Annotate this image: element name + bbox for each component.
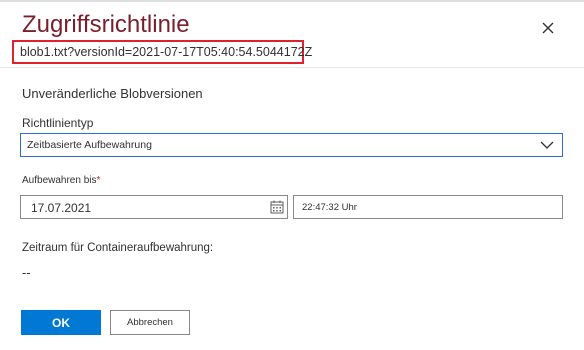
policy-type-selected: Zeitbasierte Aufbewahrung (27, 139, 152, 151)
header-divider (0, 67, 584, 68)
close-button[interactable] (538, 18, 558, 38)
chevron-down-icon (540, 141, 554, 149)
retain-until-time-input[interactable]: 22:47:32 Uhr (293, 195, 563, 219)
policy-type-dropdown[interactable]: Zeitbasierte Aufbewahrung (20, 133, 563, 157)
cancel-button[interactable]: Abbrechen (110, 310, 190, 335)
retain-until-date-input[interactable]: 17.07.2021 (20, 195, 288, 219)
ok-button[interactable]: OK (21, 310, 101, 335)
container-retention-label: Zeitraum für Containeraufbewahrung: (22, 242, 214, 254)
calendar-icon[interactable] (270, 200, 284, 214)
close-icon (542, 22, 554, 34)
container-retention-value: -- (22, 265, 31, 280)
dialog-subtitle: blob1.txt?versionId=2021-07-17T05:40:54.… (20, 45, 313, 59)
retain-until-date-value: 17.07.2021 (31, 201, 92, 215)
retain-until-time-value: 22:47:32 Uhr (302, 202, 357, 213)
required-marker: * (96, 175, 101, 186)
policy-type-label: Richtlinientyp (22, 116, 94, 130)
window-top-edge (0, 0, 584, 5)
dialog-title: Zugriffsrichtlinie (22, 11, 190, 38)
section-heading: Unveränderliche Blobversionen (22, 86, 203, 101)
retain-until-label: Aufbewahren bis* (22, 175, 101, 186)
